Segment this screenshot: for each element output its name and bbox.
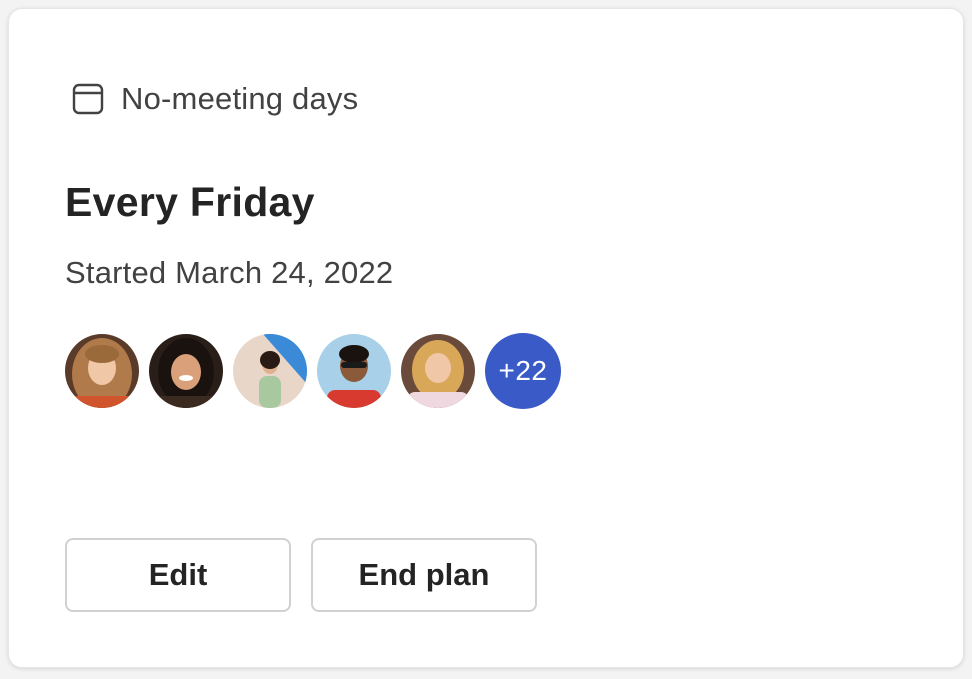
- avatar-5[interactable]: [401, 334, 475, 408]
- card-title: No-meeting days: [121, 81, 359, 116]
- calendar-icon: [71, 82, 105, 116]
- avatar-4[interactable]: [317, 334, 391, 408]
- participant-avatars: +22: [65, 333, 571, 409]
- edit-button[interactable]: Edit: [65, 538, 291, 612]
- avatar-1[interactable]: [65, 334, 139, 408]
- card-actions: Edit End plan: [65, 538, 557, 612]
- start-date-label: Started March 24, 2022: [65, 255, 394, 290]
- card-header: No-meeting days: [71, 81, 358, 117]
- avatar-3[interactable]: [233, 334, 307, 408]
- avatar-2[interactable]: [149, 334, 223, 408]
- schedule-label: Every Friday: [65, 179, 315, 225]
- more-participants-badge[interactable]: +22: [485, 333, 561, 409]
- no-meeting-days-card: No-meeting days Every Friday Started Mar…: [8, 8, 964, 668]
- end-plan-button[interactable]: End plan: [311, 538, 537, 612]
